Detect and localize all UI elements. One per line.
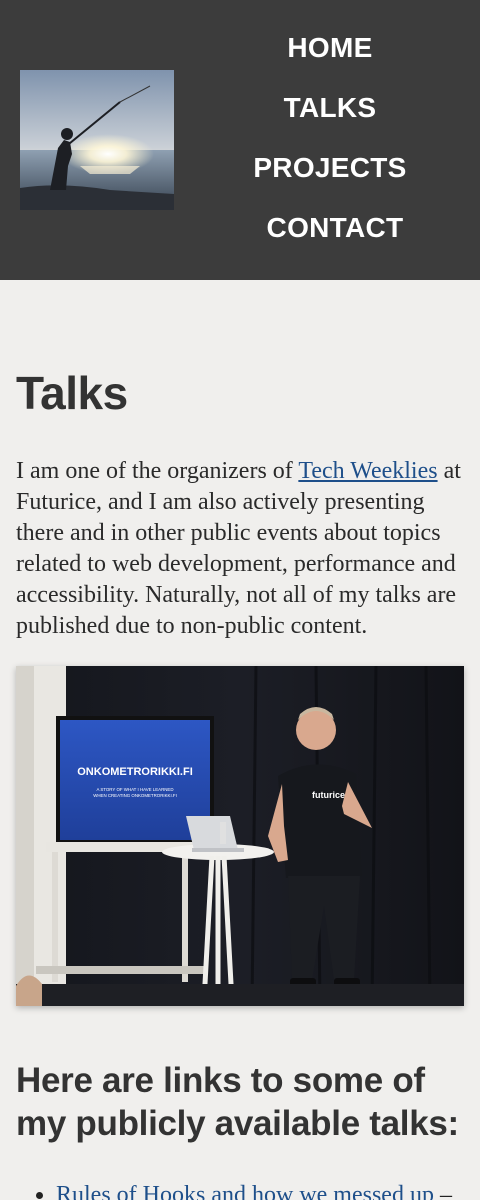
talk-suffix: – [433, 1182, 452, 1200]
list-item: Rules of Hooks and how we messed up – [56, 1180, 464, 1200]
slide-subtitle-line1: A STORY OF WHAT I HAVE LEARNED [96, 787, 173, 792]
talk-photo: ONKOMETRORIKKI.FI A STORY OF WHAT I HAVE… [16, 666, 464, 1006]
nav-talks[interactable]: TALKS [284, 78, 377, 138]
presenter-photo-image: ONKOMETRORIKKI.FI A STORY OF WHAT I HAVE… [16, 666, 464, 1006]
intro-text-start: I am one of the organizers of [16, 458, 299, 484]
intro-paragraph: I am one of the organizers of Tech Weekl… [16, 456, 464, 642]
nav-projects[interactable]: PROJECTS [253, 138, 406, 198]
talk-link-rules-of-hooks[interactable]: Rules of Hooks and how we messed up [56, 1182, 434, 1200]
talks-links-heading: Here are links to some of my publicly av… [16, 1061, 459, 1143]
main-nav: HOME TALKS PROJECTS CONTACT [200, 18, 460, 258]
main-content: Talks I am one of the organizers of Tech… [0, 370, 480, 1200]
tech-weeklies-link[interactable]: Tech Weeklies [298, 458, 437, 484]
logo-photo-fishing[interactable] [20, 70, 174, 210]
nav-contact[interactable]: CONTACT [267, 198, 404, 258]
nav-home[interactable]: HOME [287, 18, 372, 78]
page-title: Talks [16, 367, 128, 419]
slide-title-text: ONKOMETRORIKKI.FI [77, 766, 193, 778]
site-header: HOME TALKS PROJECTS CONTACT [0, 0, 480, 280]
talks-list: Rules of Hooks and how we messed up – [16, 1180, 464, 1200]
shirt-text: futurice [312, 790, 345, 800]
intro-text-end: at Futurice, and I am also actively pres… [16, 458, 461, 639]
fisherman-sunset-image [20, 70, 174, 210]
slide-subtitle-line2: WHEN CREATING ONKOMETRORIKKI.FI [93, 793, 177, 798]
